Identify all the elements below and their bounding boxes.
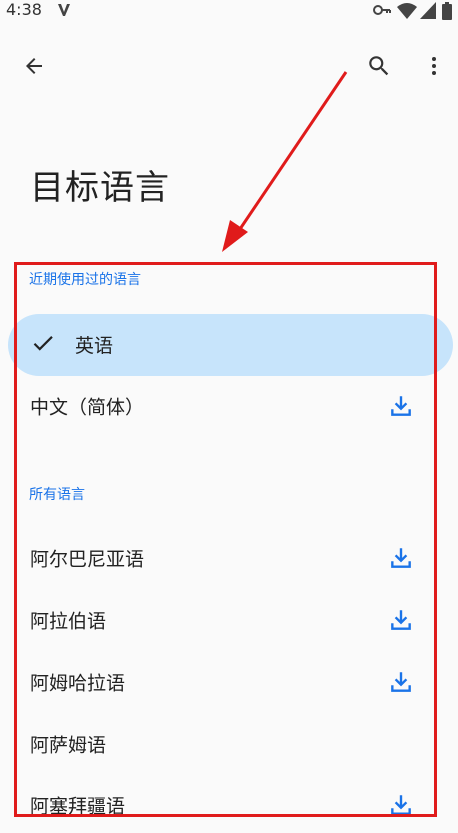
page-title: 目标语言	[30, 168, 170, 208]
status-time: 4:38	[6, 0, 42, 19]
checkmark-icon	[33, 336, 53, 351]
signal-icon	[420, 2, 436, 19]
section-label-all: 所有语言	[29, 487, 85, 503]
arrow-back-icon	[26, 58, 42, 74]
back-button[interactable]	[16, 48, 52, 84]
language-label: 阿拉伯语	[30, 610, 107, 633]
toolbar	[0, 40, 458, 96]
search-icon	[369, 56, 389, 76]
v-logo-icon	[58, 4, 70, 16]
language-row[interactable]: 阿拉伯语	[0, 592, 458, 648]
download-icon[interactable]	[388, 545, 414, 571]
key-icon	[373, 5, 391, 15]
language-label: 阿塞拜疆语	[30, 795, 126, 818]
download-icon[interactable]	[388, 792, 414, 818]
language-label: 阿尔巴尼亚语	[30, 548, 145, 571]
language-row[interactable]: 阿塞拜疆语	[0, 777, 458, 833]
download-icon[interactable]	[388, 607, 414, 633]
language-row[interactable]: 阿姆哈拉语	[0, 654, 458, 710]
battery-icon	[442, 2, 452, 20]
language-row[interactable]: 阿尔巴尼亚语	[0, 530, 458, 586]
section-label-recent: 近期使用过的语言	[29, 272, 141, 288]
language-label: 阿姆哈拉语	[30, 672, 126, 695]
wifi-icon	[397, 3, 417, 19]
language-label: 英语	[75, 335, 114, 357]
language-label: 中文（简体）	[30, 396, 145, 419]
more-vert-icon	[432, 57, 436, 75]
language-row[interactable]: 中文（简体）	[0, 378, 458, 434]
download-icon[interactable]	[388, 393, 414, 419]
language-row[interactable]: 阿萨姆语	[0, 716, 458, 772]
download-icon[interactable]	[388, 669, 414, 695]
more-options-button[interactable]	[416, 48, 452, 84]
status-bar: 4:38	[0, 0, 458, 24]
search-button[interactable]	[361, 48, 397, 84]
language-label: 阿萨姆语	[30, 734, 107, 757]
